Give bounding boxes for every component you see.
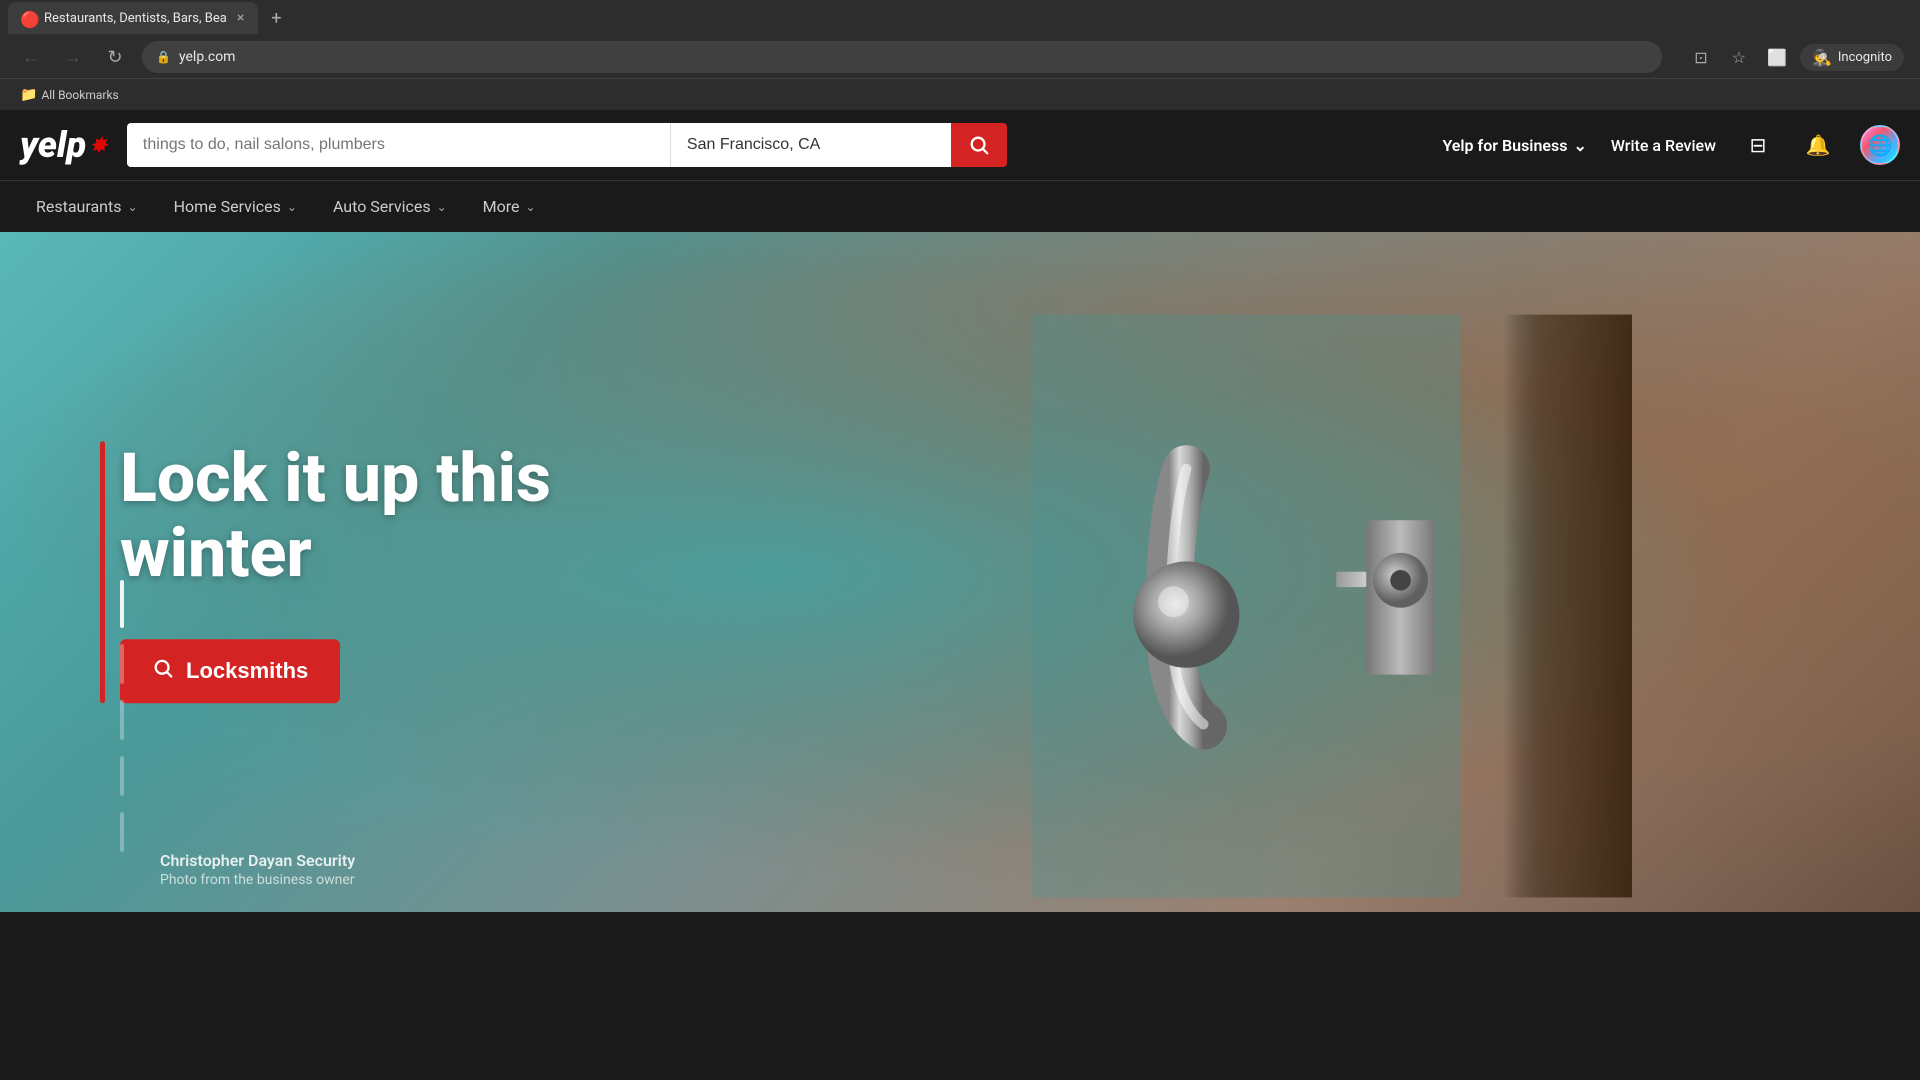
nav-item-auto-services[interactable]: Auto Services ⌄ (317, 181, 463, 233)
bookmarks-label: All Bookmarks (41, 88, 118, 102)
lock-art (1032, 266, 1632, 912)
yelp-page: yelp ✸ Yelp for Business ⌄ Write a Revie… (0, 110, 1920, 912)
browser-window: 🔴 Restaurants, Dentists, Bars, Bea × + ←… (0, 0, 1920, 110)
split-view-icon[interactable]: ⬜ (1762, 42, 1792, 72)
yelp-nav: Restaurants ⌄ Home Services ⌄ Auto Servi… (0, 180, 1920, 232)
slide-indicator-4[interactable] (120, 756, 124, 796)
incognito-icon: 🕵 (1812, 48, 1832, 67)
new-tab-button[interactable]: + (262, 4, 290, 32)
forward-button[interactable]: → (58, 42, 88, 72)
bookmarks-folder[interactable]: 📁 All Bookmarks (12, 83, 127, 107)
url-text: yelp.com (179, 49, 236, 65)
slide-indicator-5[interactable] (120, 812, 124, 852)
back-button[interactable]: ← (16, 42, 46, 72)
tab-close-button[interactable]: × (235, 8, 246, 28)
location-input[interactable] (671, 123, 951, 167)
nav-more-label: More (483, 197, 520, 216)
yelp-for-business-link[interactable]: Yelp for Business ⌄ (1442, 136, 1586, 155)
search-button[interactable] (951, 123, 1007, 167)
browser-actions: ⊡ ☆ ⬜ 🕵 Incognito (1686, 42, 1904, 72)
nav-item-more[interactable]: More ⌄ (467, 181, 552, 233)
tab-title: Restaurants, Dentists, Bars, Bea (44, 11, 227, 26)
cta-search-icon (152, 657, 174, 685)
write-review-link[interactable]: Write a Review (1611, 136, 1716, 155)
tab-bar: 🔴 Restaurants, Dentists, Bars, Bea × + (0, 0, 1920, 36)
avatar-icon: 🌐 (1868, 133, 1893, 157)
search-bar (127, 123, 1007, 167)
write-review-label: Write a Review (1611, 136, 1716, 155)
nav-more-chevron: ⌄ (526, 200, 536, 214)
bookmarks-bar: 📁 All Bookmarks (0, 78, 1920, 110)
slide-indicator-1[interactable] (120, 580, 124, 628)
nav-home-services-chevron: ⌄ (287, 200, 297, 214)
reload-button[interactable]: ↻ (100, 42, 130, 72)
slide-indicator-3[interactable] (120, 700, 124, 740)
photo-credit-sub: Photo from the business owner (160, 872, 355, 888)
nav-item-restaurants[interactable]: Restaurants ⌄ (20, 181, 154, 233)
hero-title-line1: Lock it up this (120, 438, 551, 518)
nav-auto-services-chevron: ⌄ (437, 200, 447, 214)
locksmiths-button[interactable]: Locksmiths (120, 639, 340, 703)
hero-title-line2: winter (120, 513, 312, 593)
yelp-for-business-label: Yelp for Business (1442, 136, 1567, 155)
nav-auto-services-label: Auto Services (333, 197, 431, 216)
active-tab[interactable]: 🔴 Restaurants, Dentists, Bars, Bea × (8, 2, 258, 34)
locksmiths-label: Locksmiths (186, 658, 308, 684)
address-bar: ← → ↻ 🔒 yelp.com ⊡ ☆ ⬜ 🕵 Incognito (0, 36, 1920, 78)
yelp-header: yelp ✸ Yelp for Business ⌄ Write a Revie… (0, 110, 1920, 180)
hero-cta: Locksmiths (120, 639, 680, 703)
tab-favicon: 🔴 (20, 10, 36, 26)
slide-indicators (120, 580, 124, 852)
incognito-badge[interactable]: 🕵 Incognito (1800, 44, 1904, 71)
yelp-logo-text: yelp (20, 124, 86, 166)
url-bar[interactable]: 🔒 yelp.com (142, 41, 1662, 73)
search-input[interactable] (127, 123, 671, 167)
hero-content: Lock it up this winter Locksmiths (120, 441, 680, 703)
photo-credit: Christopher Dayan Security Photo from th… (160, 851, 355, 888)
receipts-icon[interactable]: ⊟ (1740, 127, 1776, 163)
bookmark-icon[interactable]: ☆ (1724, 42, 1754, 72)
photo-credit-name: Christopher Dayan Security (160, 851, 355, 870)
search-icon (968, 134, 990, 156)
folder-icon: 📁 (20, 87, 37, 103)
yelp-logo[interactable]: yelp ✸ (20, 124, 107, 166)
yelp-burst-icon: ✸ (90, 133, 107, 157)
hero-title: Lock it up this winter (120, 441, 680, 591)
hero-accent-line (100, 441, 105, 703)
yelp-for-business-chevron: ⌄ (1573, 136, 1586, 155)
hero-section: Lock it up this winter Locksmiths (0, 232, 1920, 912)
nav-home-services-label: Home Services (174, 197, 281, 216)
nav-restaurants-chevron: ⌄ (128, 200, 138, 214)
nav-item-home-services[interactable]: Home Services ⌄ (158, 181, 313, 233)
slide-indicator-2[interactable] (120, 644, 124, 684)
lock-illustration (1032, 266, 1632, 912)
nav-restaurants-label: Restaurants (36, 197, 122, 216)
cast-icon[interactable]: ⊡ (1686, 42, 1716, 72)
user-avatar[interactable]: 🌐 (1860, 125, 1900, 165)
security-icon: 🔒 (156, 50, 171, 64)
notifications-icon[interactable]: 🔔 (1800, 127, 1836, 163)
header-actions: Yelp for Business ⌄ Write a Review ⊟ 🔔 🌐 (1442, 125, 1900, 165)
incognito-label: Incognito (1838, 50, 1892, 65)
